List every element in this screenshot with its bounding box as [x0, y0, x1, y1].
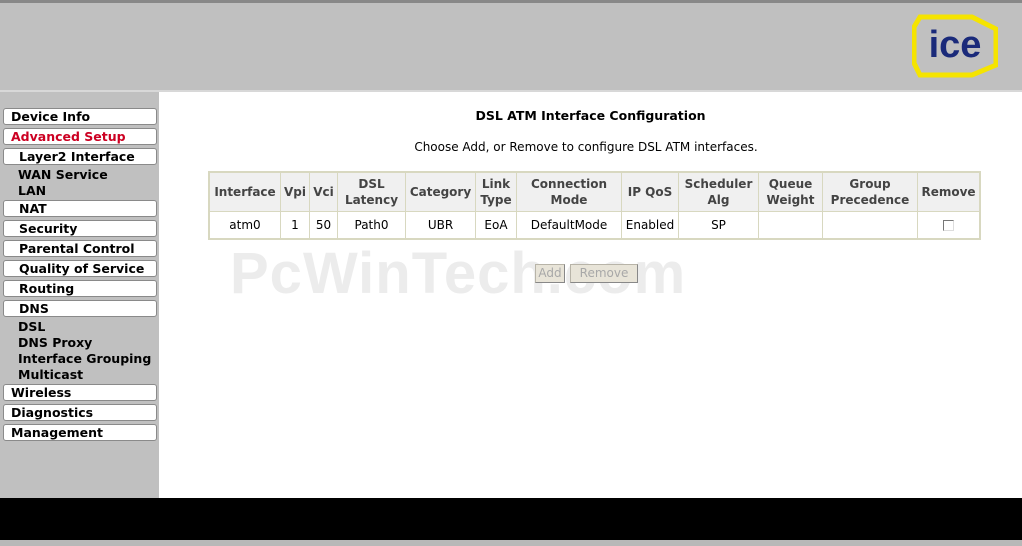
page-description: Choose Add, or Remove to configure DSL A… [414, 140, 758, 154]
sidebar-item-nat[interactable]: NAT [3, 200, 157, 217]
col-header-queue-weight: Queue Weight [758, 171, 823, 212]
cell-queue-weight [758, 211, 823, 240]
table-row: atm0 1 50 Path0 UBR EoA DefaultMode Enab… [208, 211, 981, 240]
ice-logo: ice [912, 14, 998, 78]
cell-dsl-latency: Path0 [337, 211, 406, 240]
col-header-vpi: Vpi [280, 171, 310, 212]
col-header-scheduler-alg: Scheduler Alg [678, 171, 759, 212]
header-banner: ice [0, 0, 1022, 90]
sidebar-item-routing[interactable]: Routing [3, 280, 157, 297]
cell-vci: 50 [309, 211, 338, 240]
sidebar-item-lan[interactable]: LAN [3, 183, 157, 200]
sidebar-item-management[interactable]: Management [3, 424, 157, 441]
remove-button[interactable]: Remove [570, 264, 638, 283]
sidebar-item-multicast[interactable]: Multicast [3, 367, 157, 384]
cell-ip-qos: Enabled [621, 211, 679, 240]
col-header-ip-qos: IP QoS [621, 171, 679, 212]
sidebar-item-diagnostics[interactable]: Diagnostics [3, 404, 157, 421]
footer-bar [0, 498, 1022, 540]
sidebar-item-device-info[interactable]: Device Info [3, 108, 157, 125]
cell-group-precedence [822, 211, 918, 240]
sidebar: Device Info Advanced Setup Layer2 Interf… [0, 92, 159, 498]
table-header-row: Interface Vpi Vci DSL Latency Category Li… [208, 171, 981, 212]
add-button[interactable]: Add [535, 264, 565, 283]
cell-connection-mode: DefaultMode [516, 211, 622, 240]
footer-strip [0, 540, 1022, 546]
cell-remove [917, 211, 981, 240]
col-header-dsl-latency: DSL Latency [337, 171, 406, 212]
cell-link-type: EoA [475, 211, 517, 240]
col-header-link-type: Link Type [475, 171, 517, 212]
col-header-connection-mode: Connection Mode [516, 171, 622, 212]
sidebar-item-parental-control[interactable]: Parental Control [3, 240, 157, 257]
sidebar-item-advanced-setup[interactable]: Advanced Setup [3, 128, 157, 145]
col-header-group-precedence: Group Precedence [822, 171, 918, 212]
col-header-category: Category [405, 171, 476, 212]
col-header-remove: Remove [917, 171, 981, 212]
col-header-vci: Vci [309, 171, 338, 212]
cell-category: UBR [405, 211, 476, 240]
atm-interface-table: Interface Vpi Vci DSL Latency Category Li… [208, 171, 981, 240]
sidebar-item-dsl[interactable]: DSL [3, 319, 157, 336]
svg-text:ice: ice [929, 24, 982, 66]
cell-interface: atm0 [208, 211, 281, 240]
sidebar-item-dns[interactable]: DNS [3, 300, 157, 317]
sidebar-item-security[interactable]: Security [3, 220, 157, 237]
sidebar-item-wireless[interactable]: Wireless [3, 384, 157, 401]
sidebar-item-quality-of-service[interactable]: Quality of Service [3, 260, 157, 277]
cell-scheduler-alg: SP [678, 211, 759, 240]
sidebar-item-wan-service[interactable]: WAN Service [3, 167, 157, 184]
remove-checkbox[interactable] [943, 220, 954, 231]
col-header-interface: Interface [208, 171, 281, 212]
sidebar-item-layer2-interface[interactable]: Layer2 Interface [3, 148, 157, 165]
sidebar-item-interface-grouping[interactable]: Interface Grouping [3, 351, 157, 368]
page-title: DSL ATM Interface Configuration [475, 108, 706, 123]
cell-vpi: 1 [280, 211, 310, 240]
sidebar-item-dns-proxy[interactable]: DNS Proxy [3, 335, 157, 352]
main-content: PcWinTech.com DSL ATM Interface Configur… [159, 92, 1022, 498]
